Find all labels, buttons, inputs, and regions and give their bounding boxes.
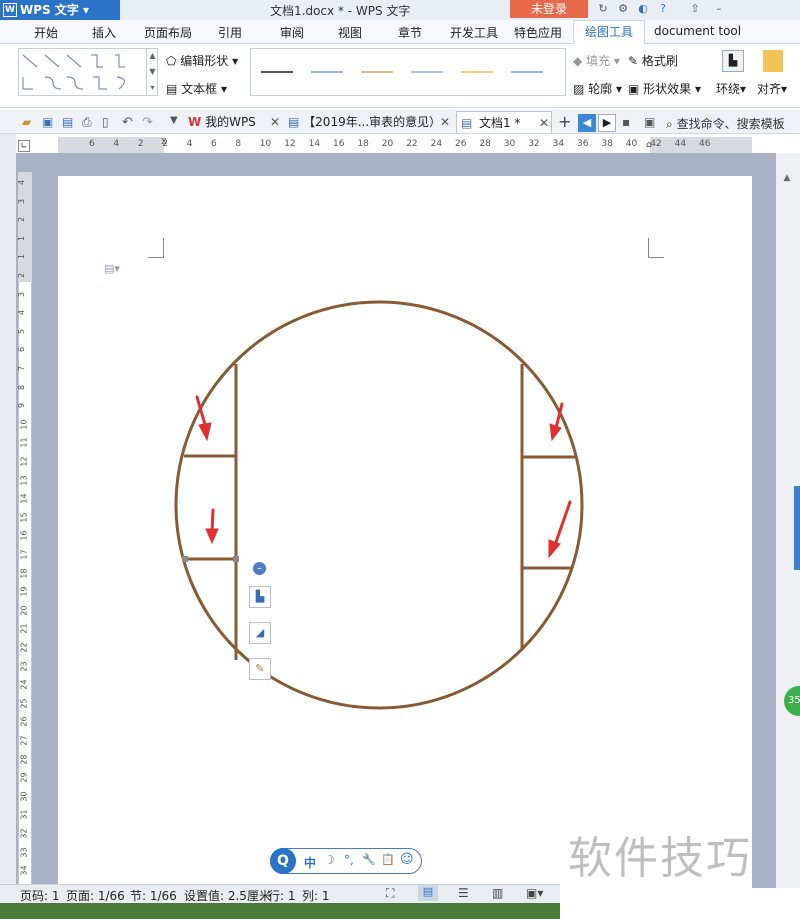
status-row: 行: 1 bbox=[268, 889, 296, 903]
annotation-arrow bbox=[553, 500, 572, 547]
scroll-thumb[interactable] bbox=[794, 486, 800, 570]
collapse-toolbar-icon[interactable]: – bbox=[253, 562, 266, 575]
fullscreen-icon[interactable]: ⛶ bbox=[386, 886, 394, 901]
status-page: 页码: 1 bbox=[20, 889, 60, 903]
scroll-up-icon[interactable]: ▲ bbox=[778, 173, 796, 193]
page-view-icon[interactable]: ▤ bbox=[418, 885, 438, 901]
ime-chinese-mode[interactable]: 中 bbox=[304, 854, 316, 871]
ime-logo-icon[interactable]: Q bbox=[270, 848, 296, 874]
ime-punctuation-icon[interactable]: °, bbox=[344, 853, 354, 867]
status-pages: 页面: 1/66 bbox=[66, 889, 125, 903]
arrow-head bbox=[198, 422, 212, 442]
ime-halfwidth-icon[interactable]: ☽ bbox=[324, 853, 335, 867]
desktop-strip bbox=[0, 903, 560, 919]
shape-fill-icon[interactable]: ◢ bbox=[249, 622, 271, 644]
layout-options-icon[interactable]: ▙ bbox=[249, 586, 271, 608]
outline-view-icon[interactable]: ☰ bbox=[458, 886, 469, 900]
arrow-head bbox=[205, 528, 219, 545]
web-view-icon[interactable]: ▣▾ bbox=[526, 886, 543, 900]
status-col: 列: 1 bbox=[302, 889, 330, 903]
ime-emoji-icon[interactable]: ☺ bbox=[400, 852, 414, 867]
status-setting: 设置值: 2.5厘米 bbox=[184, 889, 271, 903]
ime-tools-icon[interactable]: 🔧 bbox=[362, 853, 376, 866]
arrow-head bbox=[549, 423, 562, 442]
watermark: 软件技巧 bbox=[568, 833, 752, 884]
status-section: 节: 1/66 bbox=[130, 889, 177, 903]
drawing-layer bbox=[174, 300, 584, 710]
arrow-head bbox=[548, 539, 561, 559]
shape-outline-icon[interactable]: ✎ bbox=[249, 658, 271, 680]
read-view-icon[interactable]: ▥ bbox=[492, 886, 503, 900]
ime-clipboard-icon[interactable]: 📋 bbox=[381, 853, 395, 866]
